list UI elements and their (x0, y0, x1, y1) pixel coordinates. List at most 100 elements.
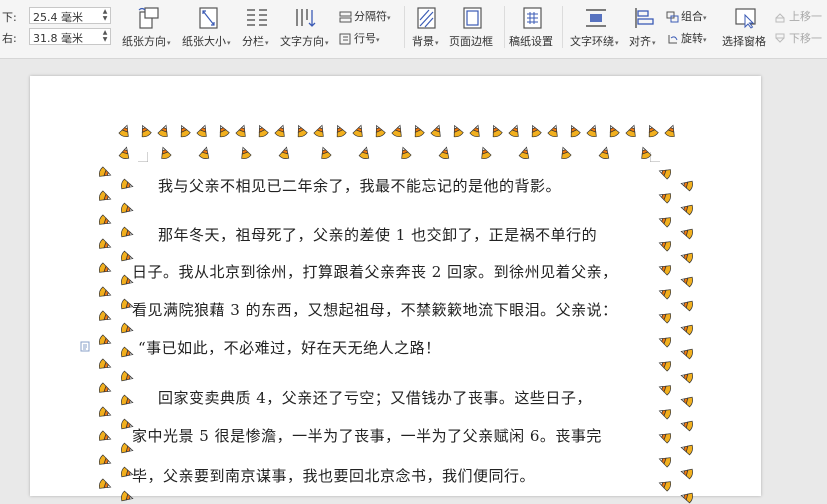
bottom-margin-value: 25.4 毫米 (33, 11, 83, 24)
manuscript-settings-button[interactable]: 稿纸设置 (508, 0, 558, 58)
candy-corn-icon (453, 124, 464, 138)
candy-corn-icon (98, 262, 112, 273)
paper-size-button[interactable]: 纸张大小▾ (180, 0, 238, 58)
rotate-icon (668, 35, 678, 44)
candy-corn-icon (98, 166, 112, 177)
text-line: 日子。我从北京到徐州，打算跟着父亲奔丧 2 回家。到徐州见着父亲， (132, 263, 618, 281)
text-direction-button[interactable]: 文字方向▾ (278, 0, 332, 58)
line-number-button[interactable]: 行号▾ (339, 30, 380, 48)
candy-corn-icon (658, 433, 672, 444)
manuscript-settings-label: 稿纸设置 (509, 35, 553, 48)
candy-corn-icon (375, 124, 386, 138)
candy-corn-icon (680, 420, 693, 432)
background-button[interactable]: 背景▾ (408, 0, 444, 58)
candy-corn-icon (121, 346, 134, 358)
candy-corn-icon (401, 146, 412, 160)
right-margin-input[interactable]: 31.8 毫米 ▲ ▼ (29, 28, 111, 45)
candy-corn-icon (680, 372, 693, 384)
candy-corn-icon (481, 146, 492, 160)
candy-corn-icon (658, 361, 672, 372)
right-margin-spinner[interactable]: ▲ ▼ (102, 29, 108, 44)
bottom-margin-row: 下: 25.4 毫米 ▲ ▼ (0, 6, 115, 26)
group-label: 组合 (681, 10, 703, 23)
move-down-label: 下移一 (789, 32, 822, 45)
candy-corn-icon (547, 124, 558, 138)
move-up-icon (775, 13, 785, 23)
separator-button[interactable]: 分隔符▾ (339, 8, 391, 26)
page-border-button[interactable]: 页面边框 (447, 0, 499, 58)
candy-corn-icon (98, 430, 112, 441)
selection-pane-button[interactable]: 选择窗格 (720, 0, 770, 58)
candy-corn-icon (658, 169, 672, 180)
candy-corn-icon (118, 146, 130, 159)
candy-corn-icon (219, 124, 230, 138)
text-line: “事已如此，不必难过，好在天无绝人之路！ (138, 339, 441, 357)
candy-corn-icon (98, 454, 112, 465)
paper-orientation-icon (138, 7, 159, 29)
candy-corn-icon (641, 146, 652, 160)
document-page[interactable]: 我与父亲不相见已二年余了，我最不能忘记的是他的背影。 那年冬天，祖母死了，父亲的… (30, 76, 761, 504)
candy-corn-icon (98, 238, 112, 249)
candy-corn-icon (492, 124, 503, 138)
paragraph-marker-icon[interactable] (80, 341, 90, 352)
candy-corn-icon (321, 146, 332, 160)
candy-corn-icon (680, 228, 693, 240)
manuscript-grid-icon (523, 7, 542, 29)
paper-size-icon (199, 7, 218, 29)
candy-corn-icon (98, 478, 112, 489)
selection-pane-icon (735, 8, 756, 29)
candy-corn-icon (358, 146, 370, 159)
bottom-margin-spinner[interactable]: ▲ ▼ (102, 8, 108, 23)
text-direction-icon (296, 9, 316, 27)
candy-corn-icon (98, 286, 112, 297)
candy-corn-icon (198, 146, 210, 159)
move-up-button[interactable]: 上移一 (774, 8, 822, 26)
candy-corn-icon (680, 252, 693, 264)
candy-corn-icon (196, 124, 207, 138)
text-line: 那年冬天，祖母死了，父亲的差使 1 也交卸了，正是祸不单行的 (158, 226, 598, 244)
candy-corn-icon (658, 409, 672, 420)
candy-corn-icon (98, 190, 112, 201)
candy-corn-icon (586, 124, 597, 138)
candy-corn-icon (391, 124, 402, 138)
text-wrap-button[interactable]: 文字环绕▾ (566, 0, 624, 58)
rotate-label: 旋转 (681, 32, 703, 45)
candy-corn-icon (297, 124, 308, 138)
page-border-label: 页面边框 (449, 35, 493, 48)
candy-corn-icon (438, 146, 450, 159)
candy-corn-icon (98, 334, 112, 345)
candy-corn-icon (313, 124, 324, 138)
group-button[interactable]: 组合▾ (666, 8, 707, 26)
align-button[interactable]: 对齐▾ (627, 0, 661, 58)
align-icon (635, 8, 654, 28)
separator-label: 分隔符 (354, 10, 387, 23)
bottom-margin-input[interactable]: 25.4 毫米 ▲ ▼ (29, 7, 111, 24)
candy-corn-icon (680, 492, 693, 504)
candy-corn-icon (658, 313, 672, 324)
candy-corn-icon (531, 124, 542, 138)
candy-corn-icon (98, 214, 112, 225)
candy-corn-icon (241, 146, 252, 160)
candy-corn-icon (598, 146, 610, 159)
columns-button[interactable]: 分栏▾ (240, 0, 274, 58)
columns-label: 分栏 (242, 35, 264, 48)
candy-corn-icon (235, 124, 246, 138)
candy-corn-icon (658, 265, 672, 276)
line-number-icon (339, 33, 351, 45)
bottom-margin-label: 下: (2, 11, 17, 24)
move-down-button[interactable]: 下移一 (774, 30, 822, 48)
text-direction-label: 文字方向 (280, 35, 324, 48)
candy-corn-icon (680, 396, 693, 408)
candy-corn-icon (570, 124, 581, 138)
right-margin-row: 右: 31.8 毫米 ▲ ▼ (0, 27, 115, 47)
page-layout-ribbon: 下: 25.4 毫米 ▲ ▼ 右: 31.8 毫米 ▲ ▼ 纸张方向▾ 纸张大小▾ (0, 0, 827, 59)
text-line: 我与父亲不相见已二年余了，我最不能忘记的是他的背影。 (158, 177, 562, 195)
align-label: 对齐 (629, 35, 651, 48)
candy-corn-icon (430, 124, 441, 138)
candy-corn-icon (98, 310, 112, 321)
candy-corn-icon (664, 124, 675, 138)
rotate-button[interactable]: 旋转▾ (666, 30, 707, 48)
candy-corn-icon (161, 146, 172, 160)
paper-orientation-button[interactable]: 纸张方向▾ (120, 0, 176, 58)
candy-corn-icon (648, 124, 659, 138)
